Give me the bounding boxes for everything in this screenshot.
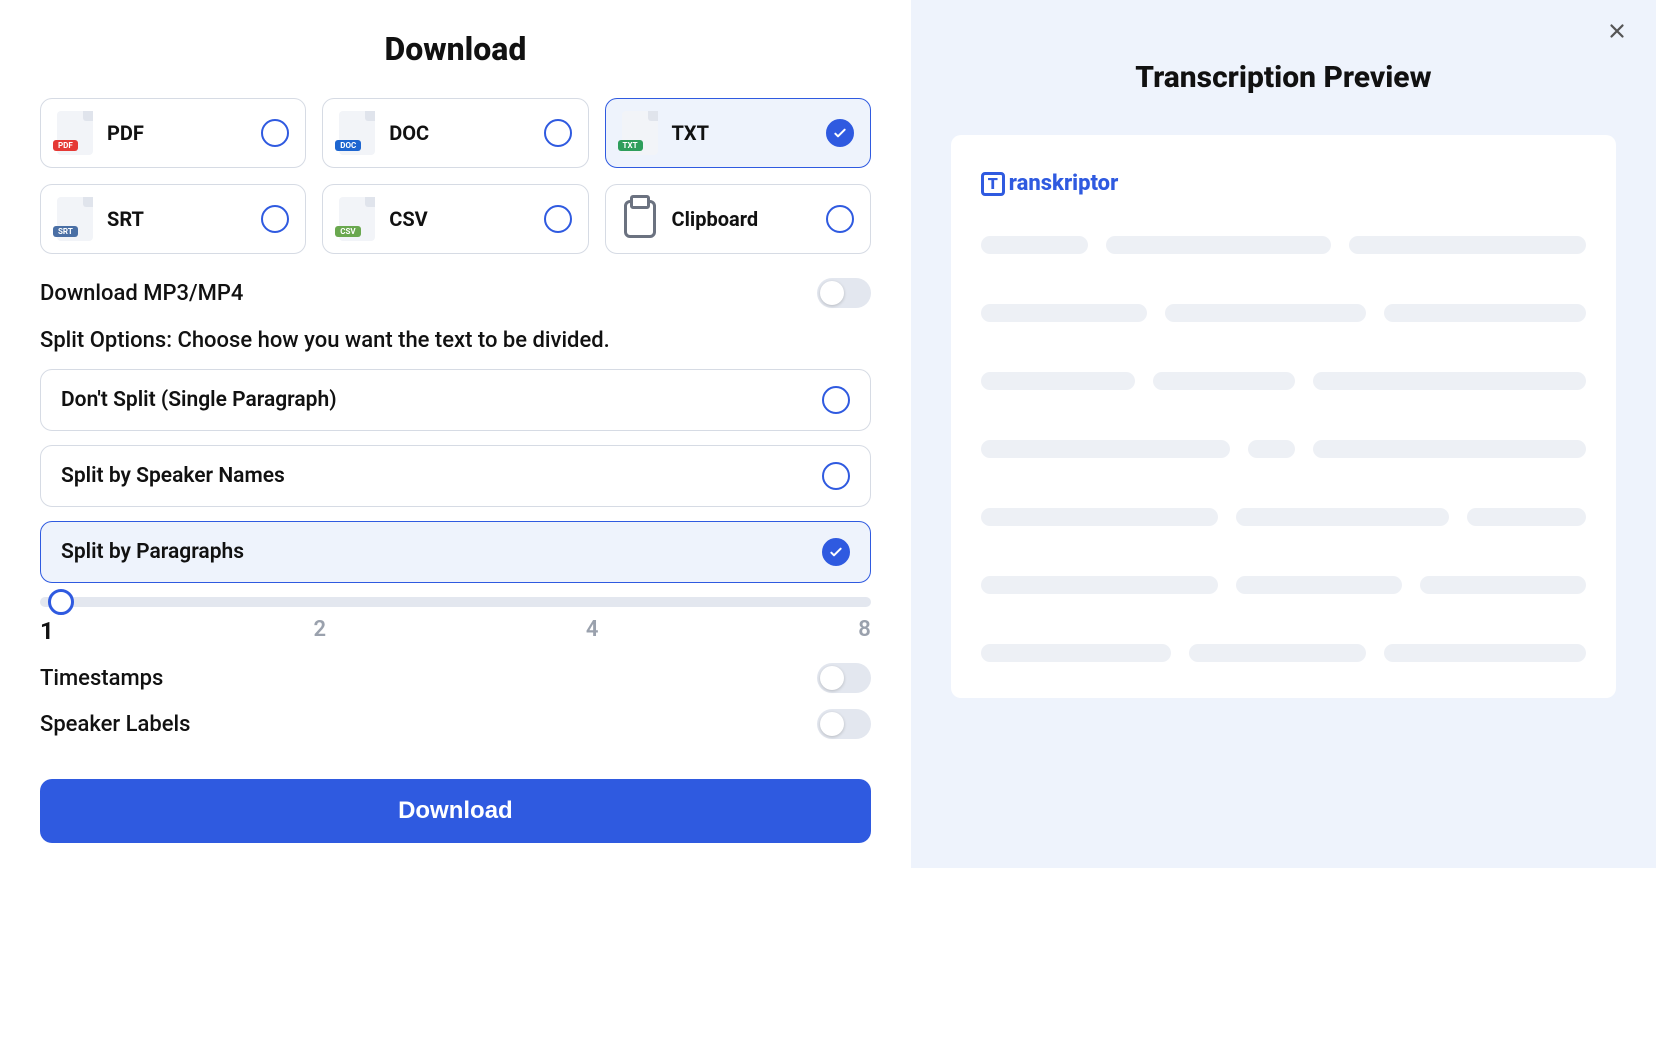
file-icon-doc: DOC bbox=[339, 111, 375, 155]
file-icon-srt: SRT bbox=[57, 197, 93, 241]
slider-tick: 2 bbox=[314, 617, 327, 645]
paragraph-slider[interactable]: 1 2 4 8 bbox=[40, 597, 871, 645]
split-section-label: Split Options: Choose how you want the t… bbox=[40, 328, 871, 353]
slider-thumb[interactable] bbox=[48, 589, 74, 615]
slider-labels: 1 2 4 8 bbox=[40, 617, 871, 645]
skeleton-row bbox=[981, 304, 1586, 322]
file-icon-csv: CSV bbox=[339, 197, 375, 241]
brand-initial: T bbox=[981, 172, 1005, 196]
file-icon-txt: TXT bbox=[622, 111, 658, 155]
download-media-toggle[interactable] bbox=[817, 278, 871, 308]
preview-card: Transkriptor bbox=[951, 135, 1616, 698]
split-option-paragraphs[interactable]: Split by Paragraphs bbox=[40, 521, 871, 583]
download-media-label: Download MP3/MP4 bbox=[40, 281, 243, 306]
format-label: CSV bbox=[389, 207, 529, 231]
format-label: DOC bbox=[389, 121, 529, 145]
speaker-labels-row: Speaker Labels bbox=[40, 709, 871, 739]
format-label: Clipboard bbox=[672, 207, 812, 231]
radio-unchecked-icon bbox=[826, 205, 854, 233]
skeleton-row bbox=[981, 372, 1586, 390]
split-option-no-split[interactable]: Don't Split (Single Paragraph) bbox=[40, 369, 871, 431]
radio-unchecked-icon bbox=[544, 119, 572, 147]
timestamps-toggle[interactable] bbox=[817, 663, 871, 693]
split-option-label: Don't Split (Single Paragraph) bbox=[61, 388, 337, 412]
format-label: TXT bbox=[672, 121, 812, 145]
split-option-label: Split by Speaker Names bbox=[61, 464, 285, 488]
format-option-srt[interactable]: SRT SRT bbox=[40, 184, 306, 254]
slider-tick: 8 bbox=[858, 617, 871, 645]
preview-title: Transcription Preview bbox=[951, 60, 1616, 95]
skeleton-row bbox=[981, 440, 1586, 458]
timestamps-label: Timestamps bbox=[40, 666, 163, 691]
format-option-clipboard[interactable]: Clipboard bbox=[605, 184, 871, 254]
brand-logo: Transkriptor bbox=[981, 171, 1586, 196]
clipboard-icon bbox=[622, 197, 658, 241]
skeleton-row bbox=[981, 576, 1586, 594]
slider-tick: 1 bbox=[40, 617, 54, 645]
format-option-doc[interactable]: DOC DOC bbox=[322, 98, 588, 168]
radio-checked-icon bbox=[822, 538, 850, 566]
format-option-csv[interactable]: CSV CSV bbox=[322, 184, 588, 254]
speaker-labels-label: Speaker Labels bbox=[40, 712, 190, 737]
brand-text: ranskriptor bbox=[1009, 171, 1118, 196]
format-option-pdf[interactable]: PDF PDF bbox=[40, 98, 306, 168]
preview-panel: Transcription Preview Transkriptor bbox=[911, 0, 1656, 868]
download-panel: Download PDF PDF DOC DOC TXT TX bbox=[0, 0, 911, 868]
split-option-speaker[interactable]: Split by Speaker Names bbox=[40, 445, 871, 507]
slider-track bbox=[40, 597, 871, 607]
file-icon-pdf: PDF bbox=[57, 111, 93, 155]
download-button[interactable]: Download bbox=[40, 779, 871, 843]
speaker-labels-toggle[interactable] bbox=[817, 709, 871, 739]
skeleton-row bbox=[981, 644, 1586, 662]
timestamps-row: Timestamps bbox=[40, 663, 871, 693]
radio-unchecked-icon bbox=[822, 386, 850, 414]
radio-unchecked-icon bbox=[261, 119, 289, 147]
radio-unchecked-icon bbox=[261, 205, 289, 233]
format-option-txt[interactable]: TXT TXT bbox=[605, 98, 871, 168]
close-button[interactable] bbox=[1606, 20, 1628, 46]
format-grid: PDF PDF DOC DOC TXT TXT bbox=[40, 98, 871, 254]
slider-tick: 4 bbox=[586, 617, 599, 645]
skeleton-row bbox=[981, 508, 1586, 526]
format-label: SRT bbox=[107, 207, 247, 231]
split-option-label: Split by Paragraphs bbox=[61, 540, 244, 564]
radio-unchecked-icon bbox=[822, 462, 850, 490]
radio-unchecked-icon bbox=[544, 205, 572, 233]
skeleton-row bbox=[981, 236, 1586, 254]
format-label: PDF bbox=[107, 121, 247, 145]
download-media-row: Download MP3/MP4 bbox=[40, 278, 871, 308]
radio-checked-icon bbox=[826, 119, 854, 147]
page-title: Download bbox=[40, 30, 871, 68]
